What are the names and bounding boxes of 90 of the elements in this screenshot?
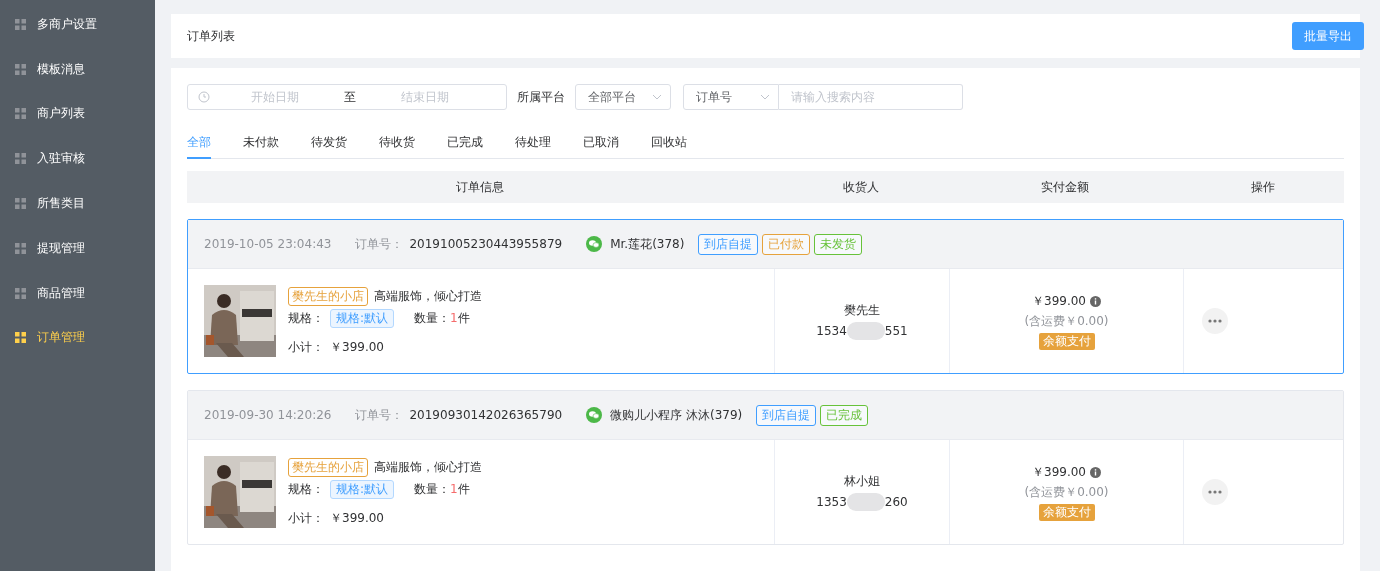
- grid-icon: [15, 108, 26, 120]
- column-header: 实付金额: [1040, 178, 1090, 196]
- phone-end: 260: [884, 495, 908, 509]
- status-tag: 已完成: [820, 404, 869, 426]
- order-time: 2019-09-30 14:20:26: [204, 408, 332, 422]
- subtotal-label: 小计：: [288, 509, 324, 527]
- clock-icon: [198, 91, 210, 103]
- spec-label: 规格：: [288, 309, 324, 327]
- order-number-label: 订单号：: [355, 235, 404, 253]
- sidebar-item[interactable]: 模板消息: [0, 46, 155, 92]
- quantity-unit: 件: [457, 310, 470, 325]
- status-tag: 已付款: [762, 233, 811, 255]
- chevron-down-icon: [760, 94, 770, 100]
- grid-icon: [15, 18, 26, 30]
- payment-tag: 余额支付: [1038, 503, 1095, 521]
- grid-icon: [15, 332, 26, 344]
- shipping-fee: (含运费￥0.00): [1024, 483, 1109, 501]
- status-tab[interactable]: 待收货: [379, 126, 415, 159]
- status-tab[interactable]: 待发货: [311, 126, 347, 159]
- quantity-label: 数量：: [414, 309, 451, 327]
- sidebar-item[interactable]: 订单管理: [0, 315, 155, 361]
- sidebar-item[interactable]: 商品管理: [0, 270, 155, 316]
- sidebar-item[interactable]: 入驻审核: [0, 136, 155, 182]
- status-tab[interactable]: 待处理: [515, 126, 551, 159]
- shop-tag: 樊先生的小店: [288, 286, 368, 306]
- column-header: 收货人: [841, 178, 880, 196]
- product-name: 高端服饰，倾心打造: [374, 458, 482, 476]
- status-tab[interactable]: 已完成: [447, 126, 483, 159]
- sidebar-item[interactable]: 多商户设置: [0, 2, 155, 47]
- grid-icon: [15, 153, 26, 165]
- more-icon: [1208, 490, 1222, 494]
- order-number: 20190930142026365790: [409, 408, 563, 422]
- chat-icon: [586, 407, 603, 423]
- info-icon[interactable]: [1090, 466, 1101, 478]
- status-tab[interactable]: 回收站: [651, 126, 687, 159]
- blur-mask: [846, 493, 885, 511]
- receiver-name: 林小姐: [844, 473, 880, 490]
- more-icon: [1208, 319, 1222, 323]
- payment-tag: 余额支付: [1038, 332, 1095, 350]
- column-header: 操作: [1250, 178, 1276, 196]
- quantity: 1: [450, 310, 458, 325]
- subtotal-label: 小计：: [288, 338, 324, 356]
- quantity-label: 数量：: [414, 480, 451, 498]
- status-tag: 未发货: [814, 233, 863, 255]
- status-tab[interactable]: 已取消: [583, 126, 619, 159]
- column-header: 订单信息: [455, 178, 505, 196]
- shipping-fee: (含运费￥0.00): [1024, 312, 1109, 330]
- spec-tag: 规格:默认: [330, 479, 395, 499]
- phone-start: 1353: [816, 495, 847, 509]
- receiver-name: 樊先生: [844, 302, 880, 319]
- grid-icon: [15, 198, 26, 210]
- product-name: 高端服饰，倾心打造: [374, 287, 482, 305]
- spec-tag: 规格:默认: [330, 308, 395, 328]
- platform-select[interactable]: 全部平台: [575, 84, 671, 110]
- buyer-name: 微购儿小程序 沐沐(379): [610, 406, 743, 424]
- quantity-unit: 件: [457, 481, 470, 496]
- paid-amount: ￥399.00: [1032, 463, 1086, 481]
- grid-icon: [15, 242, 26, 254]
- phone-start: 1534: [816, 324, 847, 338]
- search-field[interactable]: 请输入搜索内容: [779, 84, 963, 110]
- date-range-picker[interactable]: 开始日期 至 结束日期: [187, 84, 507, 110]
- blur-mask: [846, 322, 885, 340]
- chevron-down-icon: [652, 94, 662, 100]
- platform-label: 所属平台: [517, 88, 565, 106]
- subtotal: ￥399.00: [330, 509, 384, 527]
- search-type-select[interactable]: 订单号: [683, 84, 779, 110]
- order-number: 20191005230443955879: [409, 237, 563, 251]
- order-number-label: 订单号：: [355, 406, 404, 424]
- status-tab[interactable]: 未付款: [243, 126, 279, 159]
- range-separator: 至: [343, 88, 357, 106]
- status-tag: 到店自提: [698, 233, 759, 255]
- quantity: 1: [450, 481, 458, 496]
- spec-label: 规格：: [288, 480, 324, 498]
- status-tag: 到店自提: [756, 404, 817, 426]
- shop-tag: 樊先生的小店: [288, 457, 368, 477]
- page-title: 订单列表: [187, 27, 235, 45]
- order-card[interactable]: 2019-10-05 23:04:43 订单号： 20191005230443955879 Mr.莲花(378) 到店自提 已付款 未发货 樊先生的小店 高端服饰，倾心打造 规格： 规格:默认 数量：1件 小计： ￥399.00 樊先生 1534 551 ￥399.00 (含运费￥0.00) 余额支付: [187, 219, 1344, 374]
- grid-icon: [15, 63, 26, 75]
- grid-icon: [15, 287, 26, 299]
- paid-amount: ￥399.00: [1032, 292, 1086, 310]
- sidebar-item[interactable]: 提现管理: [0, 226, 155, 271]
- sidebar-item[interactable]: 所售类目: [0, 181, 155, 226]
- sidebar-item[interactable]: 商户列表: [0, 91, 155, 137]
- info-icon[interactable]: [1090, 295, 1101, 307]
- buyer-name: Mr.莲花(378): [610, 235, 685, 253]
- order-time: 2019-10-05 23:04:43: [204, 237, 332, 251]
- order-card[interactable]: 2019-09-30 14:20:26 订单号： 20190930142026365790 微购儿小程序 沐沐(379) 到店自提 已完成 樊先生的小店 高端服饰，倾心打造 规格： 规格:默认 数量：1件 小计： ￥399.00 林小姐 1353 260 ￥399.00 (含运费￥0.00) 余额支付: [187, 390, 1344, 545]
- phone-end: 551: [884, 324, 908, 338]
- chat-icon: [586, 236, 603, 252]
- subtotal: ￥399.00: [330, 338, 384, 356]
